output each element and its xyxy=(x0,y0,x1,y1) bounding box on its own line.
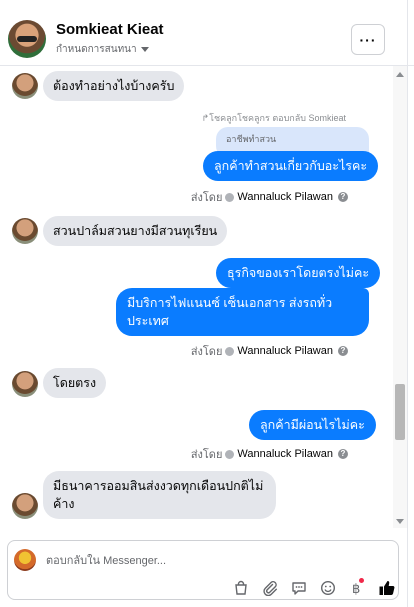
sent-by-info: ส่งโดย Wannaluck Pilawan ? xyxy=(191,188,348,206)
like-icon[interactable] xyxy=(376,577,398,599)
conversation-header: Somkieat Kieat กำหนดการสนทนา ··· xyxy=(0,0,414,66)
message-line: มีธนาคารออมสินส่งงวดทุกเดือนปกติไม่ xyxy=(53,479,264,493)
sender-name: Wannaluck Pilawan xyxy=(237,191,333,203)
conversation-settings-label: กำหนดการสนทนา xyxy=(56,44,137,55)
caret-down-icon xyxy=(140,46,149,52)
message-line: ค้าง xyxy=(53,497,75,511)
reply-input[interactable] xyxy=(46,551,346,571)
outgoing-message[interactable]: ลูกค้ามีผ่อนไรไม่คะ xyxy=(249,410,376,440)
outgoing-message[interactable]: ธุรกิจของเราโดยตรงไม่คะ xyxy=(216,258,381,288)
sent-by-info: ส่งโดย Wannaluck Pilawan ? xyxy=(191,445,348,463)
notification-dot xyxy=(359,578,364,583)
sender-avatar xyxy=(12,218,38,244)
verified-icon xyxy=(225,346,235,356)
reply-box[interactable]: ฿ xyxy=(7,540,399,600)
help-icon[interactable]: ? xyxy=(338,346,348,356)
sent-by-info: ส่งโดย Wannaluck Pilawan ? xyxy=(191,342,348,360)
incoming-message[interactable]: สวนปาล์มสวนยางมีสวนทุเรียน xyxy=(43,216,228,246)
contact-name[interactable]: Somkieat Kieat xyxy=(56,21,164,38)
sender-name: Wannaluck Pilawan xyxy=(237,345,333,357)
sent-by-prefix: ส่งโดย xyxy=(190,346,223,358)
message-line: มีบริการไฟแนนซ์ เซ็นเอกสาร ส่งรถทั่ว xyxy=(127,296,333,310)
reply-indicator: ↱โชคลูกโชคลูกร ตอบกลับ Somkieat xyxy=(201,113,346,123)
quick-reply-icon[interactable] xyxy=(288,577,310,599)
reply-composer: ฿ xyxy=(0,528,407,607)
payment-icon[interactable]: ฿ xyxy=(346,577,368,599)
help-icon[interactable]: ? xyxy=(338,192,348,202)
sender-avatar xyxy=(12,493,38,519)
incoming-message[interactable]: ต้องทำอย่างไงบ้างครับ xyxy=(43,71,185,101)
thread-scrollbar[interactable] xyxy=(393,66,407,528)
verified-icon xyxy=(225,192,235,202)
help-icon[interactable]: ? xyxy=(338,449,348,459)
verified-icon xyxy=(225,449,235,459)
shopping-bag-icon[interactable] xyxy=(230,577,252,599)
svg-text:฿: ฿ xyxy=(352,581,360,596)
scroll-up-icon[interactable] xyxy=(396,72,404,77)
panel-divider xyxy=(407,0,408,607)
composer-toolbar: ฿ xyxy=(230,577,400,599)
emoji-icon[interactable] xyxy=(317,577,339,599)
conversation-settings-dropdown[interactable]: กำหนดการสนทนา xyxy=(56,42,149,57)
page-avatar xyxy=(14,549,36,571)
incoming-message[interactable]: โดยตรง xyxy=(43,368,107,398)
scroll-thumb[interactable] xyxy=(395,384,405,440)
sender-avatar xyxy=(12,371,38,397)
outgoing-message[interactable]: มีบริการไฟแนนซ์ เซ็นเอกสาร ส่งรถทั่ว ประ… xyxy=(116,288,369,336)
contact-avatar[interactable] xyxy=(8,20,46,58)
sent-by-prefix: ส่งโดย xyxy=(190,449,223,461)
sender-avatar xyxy=(12,73,38,99)
sent-by-prefix: ส่งโดย xyxy=(190,192,223,204)
message-thread: ต้องทำอย่างไงบ้างครับ ↱โชคลูกโชคลูกร ตอบ… xyxy=(0,66,392,528)
message-line: ประเทศ xyxy=(127,314,169,328)
scroll-down-icon[interactable] xyxy=(396,519,404,524)
incoming-message[interactable]: มีธนาคารออมสินส่งงวดทุกเดือนปกติไม่ ค้าง xyxy=(43,471,276,519)
outgoing-message[interactable]: ลูกค้าทำสวนเกี่ยวกับอะไรคะ xyxy=(203,151,379,181)
sender-name: Wannaluck Pilawan xyxy=(237,448,333,460)
attachment-icon[interactable] xyxy=(259,577,281,599)
more-options-button[interactable]: ··· xyxy=(351,24,385,55)
